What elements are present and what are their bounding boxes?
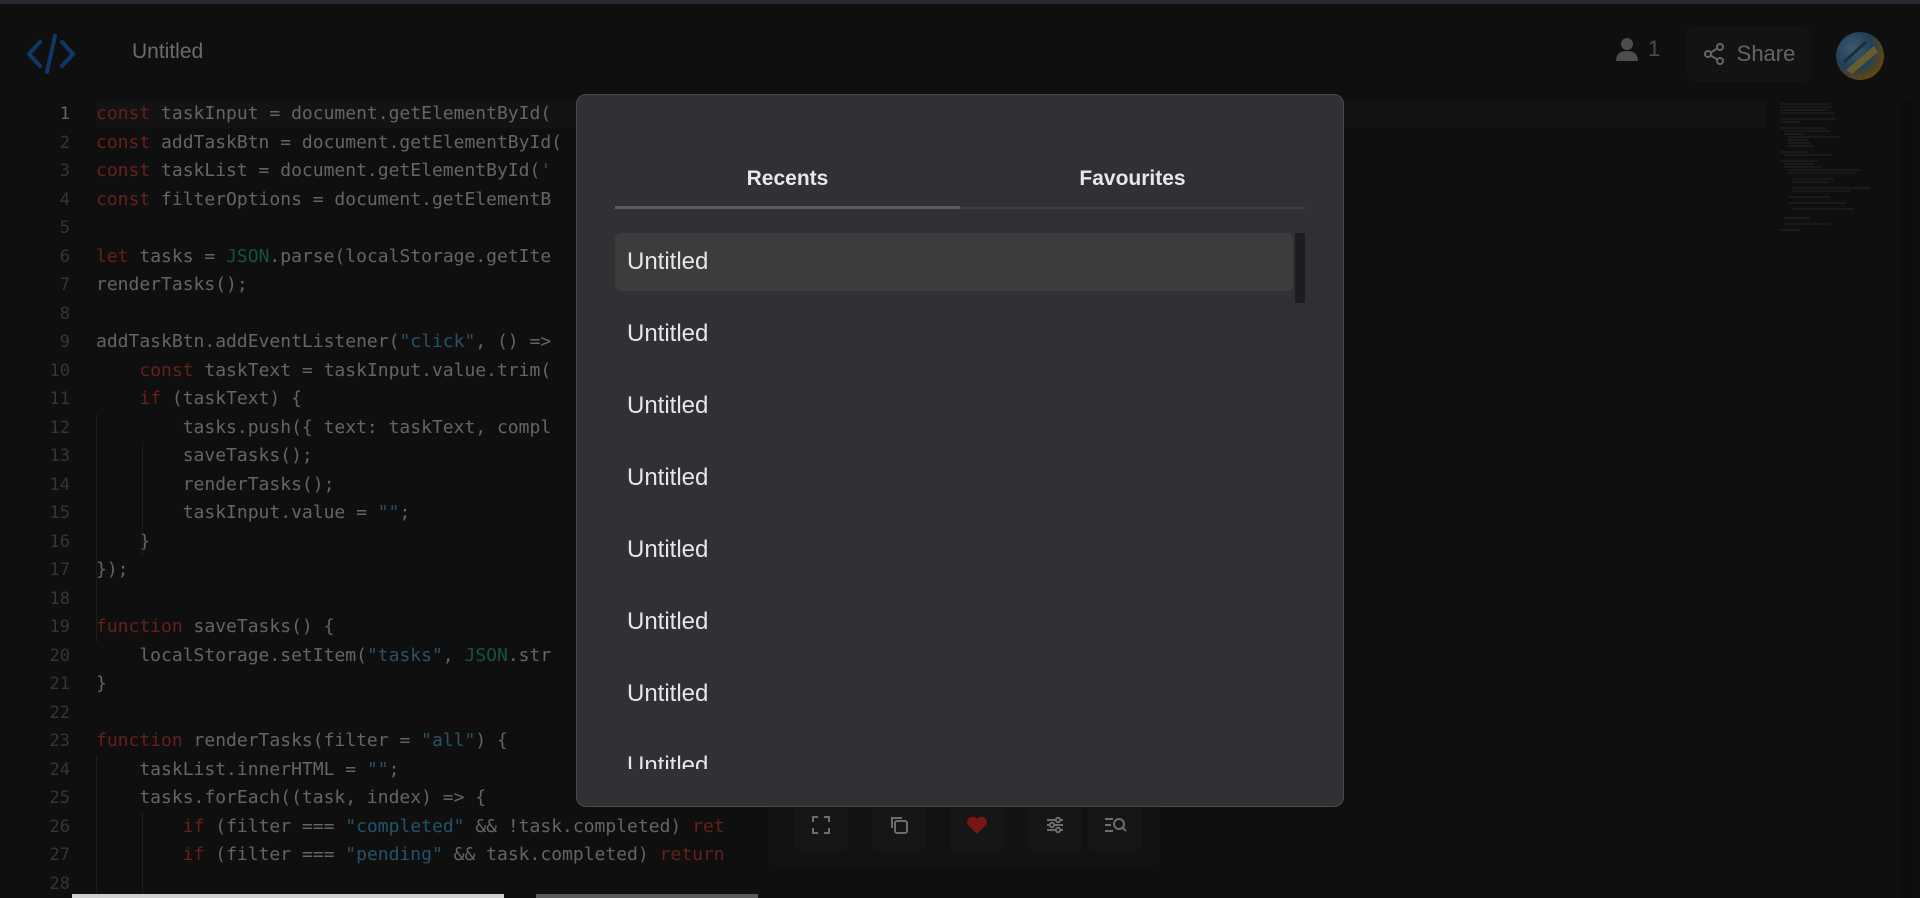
horizontal-scrollbar[interactable] xyxy=(72,894,504,898)
list-item[interactable]: Untitled xyxy=(615,593,1293,651)
list-item[interactable]: Untitled xyxy=(615,449,1293,507)
list-item[interactable]: Untitled xyxy=(615,521,1293,579)
copy-icon xyxy=(891,817,908,834)
search-list-icon xyxy=(1105,818,1127,832)
tab-favourites[interactable]: Favourites xyxy=(960,149,1305,209)
recents-modal: Recents Favourites Untitled Untitled Unt… xyxy=(576,94,1344,807)
sliders-icon xyxy=(1047,816,1063,834)
heart-icon xyxy=(967,816,987,834)
recent-documents-list[interactable]: Untitled Untitled Untitled Untitled Unti… xyxy=(615,233,1305,769)
list-item[interactable]: Untitled xyxy=(615,305,1293,363)
list-item[interactable]: Untitled xyxy=(615,377,1293,435)
horizontal-scrollbar-segment xyxy=(536,894,758,898)
list-scrollbar-thumb[interactable] xyxy=(1295,233,1305,303)
active-tab-indicator xyxy=(615,206,960,209)
fullscreen-icon xyxy=(812,816,830,834)
list-item[interactable]: Untitled xyxy=(615,665,1293,723)
list-item[interactable]: Untitled xyxy=(615,233,1293,291)
tab-recents[interactable]: Recents xyxy=(615,149,960,209)
list-item[interactable]: Untitled xyxy=(615,737,1293,769)
